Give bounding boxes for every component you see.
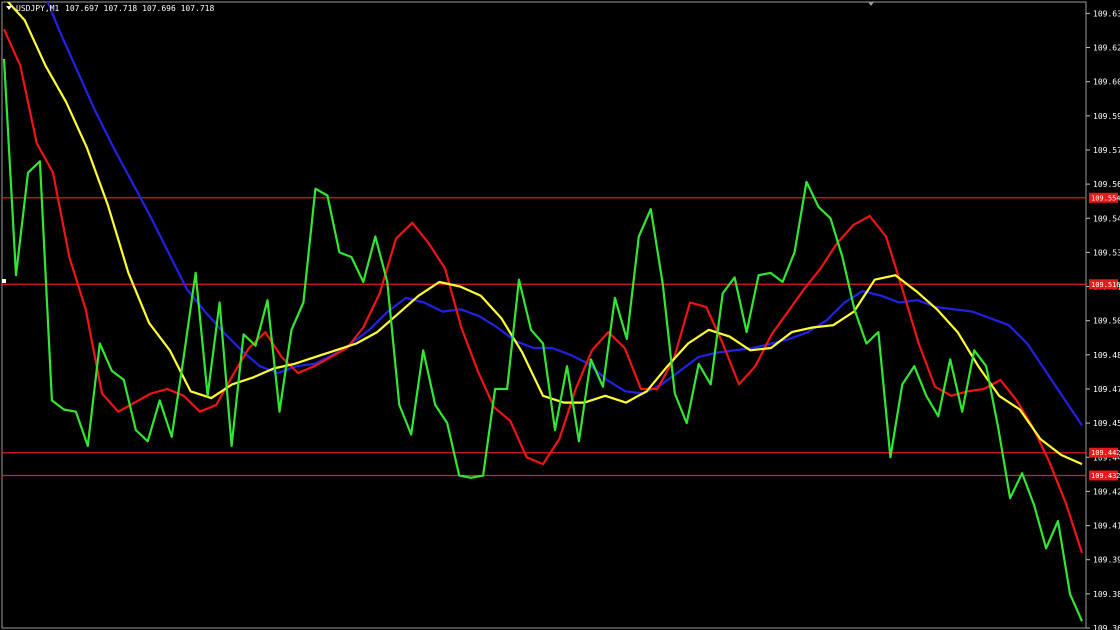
y-tick-label: 109.575 (1093, 146, 1120, 155)
ohlc-values: 107.697 107.718 107.696 107.718 (65, 4, 214, 13)
y-tick-label: 109.500 (1093, 317, 1120, 326)
y-tick-label: 109.635 (1093, 9, 1120, 18)
y-tick-label: 109.395 (1093, 556, 1120, 565)
y-tick-label: 109.365 (1093, 624, 1120, 630)
level-price-label: 109.516 (1091, 281, 1120, 289)
y-tick-label: 109.485 (1093, 351, 1120, 360)
y-tick-label: 109.530 (1093, 248, 1120, 257)
y-tick-label: 109.410 (1093, 522, 1120, 531)
level-price-label: 109.432 (1091, 472, 1120, 480)
y-tick-label: 109.425 (1093, 487, 1120, 496)
symbol-label: USDJPY,M1 (16, 4, 60, 13)
plot-area (1, 1, 1087, 629)
y-tick-label: 109.605 (1093, 78, 1120, 87)
price-chart-svg[interactable]: 109.635 109.620 109.605 109.590 109.575 109.5… (0, 0, 1120, 630)
y-tick-label: 109.380 (1093, 590, 1120, 599)
level-handle-icon[interactable] (2, 279, 6, 283)
y-tick-label: 109.470 (1093, 385, 1120, 394)
level-price-label: 109.442 (1091, 449, 1120, 457)
y-tick-label: 109.620 (1093, 44, 1120, 53)
y-tick-label: 109.455 (1093, 419, 1120, 428)
price-axis: 109.635 109.620 109.605 109.590 109.575 109.5… (1086, 9, 1120, 630)
y-tick-label: 109.590 (1093, 112, 1120, 121)
y-tick-label: 109.545 (1093, 214, 1120, 223)
level-price-label: 109.554 (1091, 194, 1120, 202)
forex-chart[interactable]: 109.635 109.620 109.605 109.590 109.575 109.5… (0, 0, 1120, 630)
y-tick-label: 109.560 (1093, 180, 1120, 189)
